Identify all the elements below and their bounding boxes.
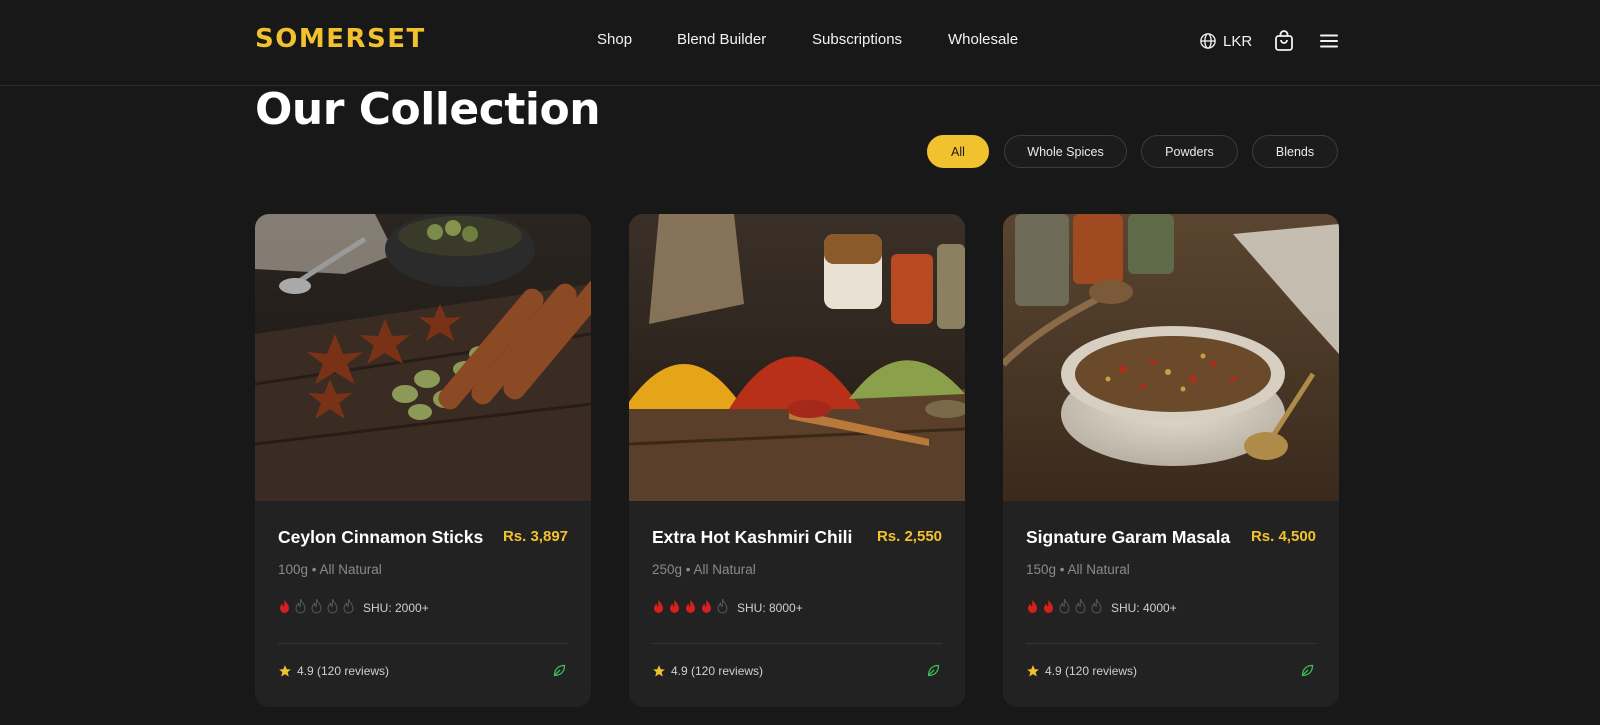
product-card[interactable]: Extra Hot Kashmiri Chili Rs. 2,550 250g … <box>629 214 965 707</box>
product-image[interactable] <box>629 214 965 501</box>
product-image[interactable] <box>255 214 591 501</box>
filter-all[interactable]: All <box>927 135 989 168</box>
flame-empty-icon <box>295 598 306 614</box>
currency-selector[interactable]: LKR <box>1199 29 1252 53</box>
site-header: SOMERSET Shop Blend Builder Subscription… <box>0 0 1600 86</box>
flame-filled-icon <box>280 599 289 613</box>
product-meta: 150g • All Natural <box>1026 562 1130 577</box>
flame-empty-icon <box>1091 598 1102 614</box>
flame-filled-icon <box>654 599 663 613</box>
nav-link-wholesale[interactable]: Wholesale <box>948 31 1018 48</box>
flame-empty-icon <box>1059 598 1070 614</box>
heat-level <box>1026 598 1103 614</box>
shu-label: SHU: 4000+ <box>1111 601 1177 615</box>
product-rating: 4.9 (120 reviews) <box>652 664 763 678</box>
nav-link-blend-builder[interactable]: Blend Builder <box>677 31 766 48</box>
globe-icon <box>1200 33 1216 49</box>
product-name[interactable]: Ceylon Cinnamon Sticks <box>278 527 483 548</box>
nav-link-subscriptions[interactable]: Subscriptions <box>812 31 902 48</box>
flame-empty-icon <box>311 598 322 614</box>
product-price: Rs. 3,897 <box>502 528 568 545</box>
shu-label: SHU: 8000+ <box>737 601 803 615</box>
leaf-icon[interactable] <box>1300 663 1315 678</box>
currency-label: LKR <box>1223 32 1253 50</box>
flame-filled-icon <box>1044 599 1053 613</box>
product-price: Rs. 2,550 <box>876 528 942 545</box>
nav-link-shop[interactable]: Shop <box>597 31 632 48</box>
leaf-icon[interactable] <box>552 663 567 678</box>
page-title: Our Collection <box>255 84 601 135</box>
card-divider <box>1026 643 1316 644</box>
flame-filled-icon <box>1028 599 1037 613</box>
filter-powders[interactable]: Powders <box>1141 135 1238 168</box>
flame-filled-icon <box>686 599 695 613</box>
flame-filled-icon <box>702 599 711 613</box>
star-icon <box>653 665 665 677</box>
filter-whole-spices[interactable]: Whole Spices <box>1004 135 1127 168</box>
main-nav: Shop Blend Builder Subscriptions Wholesa… <box>0 31 1600 55</box>
rating-text: 4.9 (120 reviews) <box>1045 664 1138 678</box>
card-divider <box>278 643 568 644</box>
heat-level <box>278 598 355 614</box>
product-image[interactable] <box>1003 214 1339 501</box>
card-divider <box>652 643 942 644</box>
product-price: Rs. 4,500 <box>1250 528 1316 545</box>
product-meta: 100g • All Natural <box>278 562 382 577</box>
product-name[interactable]: Extra Hot Kashmiri Chili <box>652 527 852 548</box>
shopping-bag-icon[interactable] <box>1272 29 1296 53</box>
product-meta: 250g • All Natural <box>652 562 756 577</box>
flame-filled-icon <box>670 599 679 613</box>
product-card[interactable]: Ceylon Cinnamon Sticks Rs. 3,897 100g • … <box>255 214 591 707</box>
flame-empty-icon <box>327 598 338 614</box>
heat-level <box>652 598 729 614</box>
flame-empty-icon <box>717 598 728 614</box>
star-icon <box>279 665 291 677</box>
product-card[interactable]: Signature Garam Masala Rs. 4,500 150g • … <box>1003 214 1339 707</box>
product-rating: 4.9 (120 reviews) <box>1026 664 1137 678</box>
rating-text: 4.9 (120 reviews) <box>297 664 390 678</box>
leaf-icon[interactable] <box>926 663 941 678</box>
filter-blends[interactable]: Blends <box>1252 135 1338 168</box>
hamburger-menu-icon[interactable] <box>1317 29 1341 53</box>
product-name[interactable]: Signature Garam Masala <box>1026 527 1230 548</box>
flame-empty-icon <box>1075 598 1086 614</box>
shu-label: SHU: 2000+ <box>363 601 429 615</box>
product-rating: 4.9 (120 reviews) <box>278 664 389 678</box>
rating-text: 4.9 (120 reviews) <box>671 664 764 678</box>
flame-empty-icon <box>343 598 354 614</box>
star-icon <box>1027 665 1039 677</box>
